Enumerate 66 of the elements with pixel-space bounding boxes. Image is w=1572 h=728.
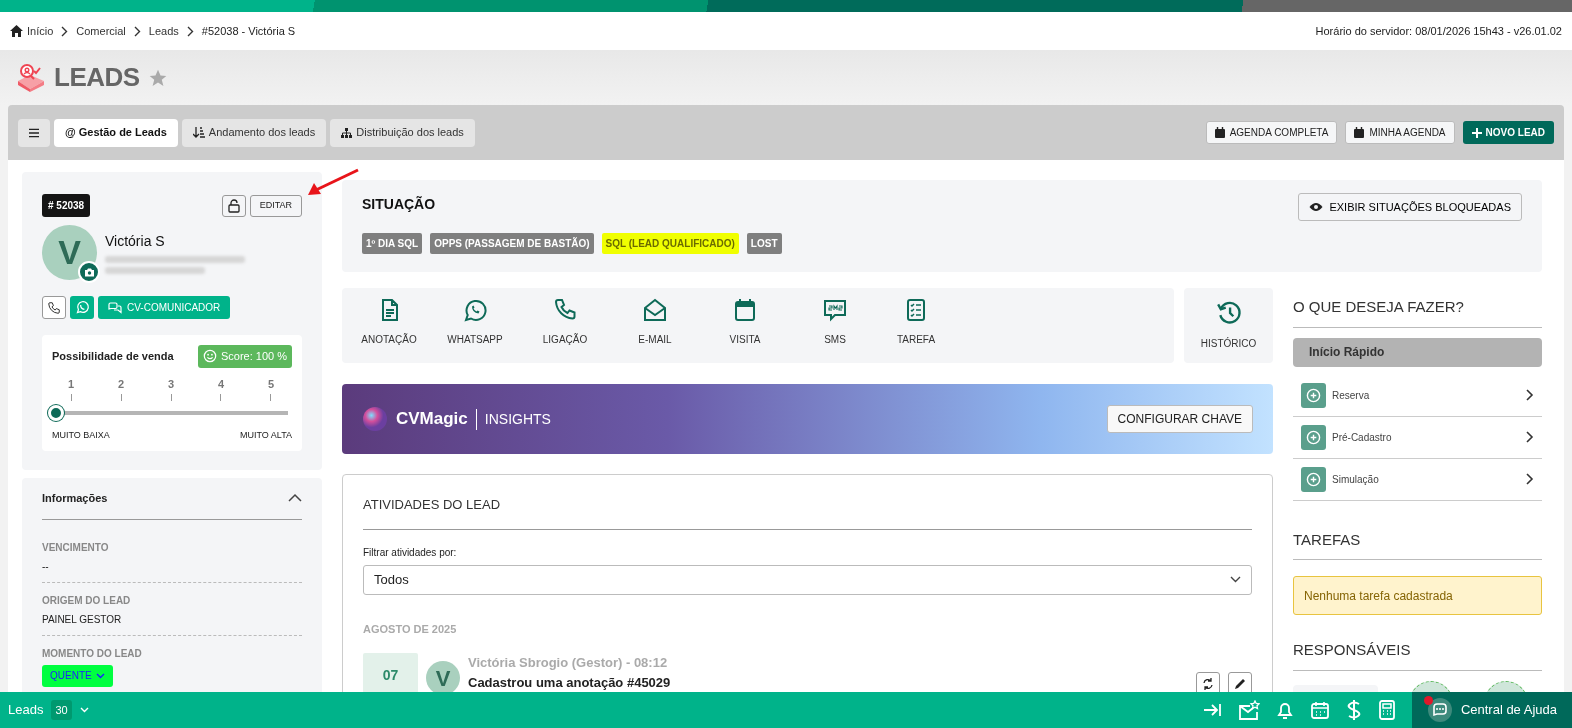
lead-avatar: V <box>42 225 97 280</box>
tab[interactable]: Andamento dos leads <box>181 118 327 147</box>
server-time: Horário do servidor: 08/01/2026 15h43 - v26.01.02 <box>1315 23 1562 39</box>
max-label: MUITO ALTA <box>240 429 292 442</box>
score-badge: Score: 100 % <box>197 345 292 368</box>
status-tag[interactable]: LOST <box>746 233 782 254</box>
status-tag[interactable]: OPPS (PASSAGEM DE BASTÃO) <box>430 233 594 254</box>
action-button[interactable]: WHATSAPP <box>430 288 520 363</box>
edit-button[interactable]: EDITAR <box>249 194 302 217</box>
field-value: -- <box>42 559 50 574</box>
new-lead-button[interactable]: NOVO LEAD <box>1462 121 1554 144</box>
tab[interactable]: @ Gestão de Leads <box>54 118 178 147</box>
quick-start-item[interactable]: Pré-Cadastro <box>1293 416 1542 459</box>
status-dropdown[interactable]: QUENTE <box>42 664 113 687</box>
configure-key-button[interactable]: CONFIGURAR CHAVE <box>1106 405 1253 433</box>
lead-name: Victória S <box>105 232 166 251</box>
count-badge: 30 <box>51 699 72 721</box>
filter-select[interactable]: Todos <box>363 564 1252 595</box>
quick-start-header: Início Rápido <box>1293 337 1542 367</box>
field-label: ORIGEM DO LEAD <box>42 593 132 608</box>
section-title: ATIVIDADES DO LEAD <box>363 495 1252 530</box>
section-title: O QUE DESEJA FAZER? <box>1293 296 1542 328</box>
filter-label: Filtrar atividades por: <box>363 545 458 560</box>
show-blocked-button[interactable]: EXIBIR SITUAÇÕES BLOQUEADAS <box>1298 193 1522 221</box>
field-label: MOMENTO DO LEAD <box>42 646 143 661</box>
section-title: RESPONSÁVEIS <box>1293 639 1542 671</box>
action-button[interactable]: VISITA <box>700 288 790 363</box>
status-tag[interactable]: 1º DIA SQL <box>362 233 423 254</box>
breadcrumb-link[interactable]: Comercial <box>76 22 126 40</box>
action-button[interactable]: LIGAÇÃO <box>520 288 610 363</box>
min-label: MUITO BAIXA <box>52 429 110 442</box>
page-title: LEADS <box>54 61 140 94</box>
quick-start-item[interactable]: Simulação <box>1293 458 1542 501</box>
scale-tick: 4 <box>217 375 225 401</box>
help-center-button[interactable]: Central de Ajuda <box>1411 692 1572 728</box>
action-button[interactable]: E-MAIL <box>610 288 700 363</box>
scale-tick: 2 <box>117 375 125 401</box>
section-label: INSIGHTS <box>475 408 551 430</box>
breadcrumb-link[interactable]: Início <box>10 22 54 40</box>
action-button[interactable]: TAREFA <box>880 288 952 363</box>
lead-id-badge: # 52038 <box>42 194 91 217</box>
quick-start-item[interactable]: Reserva <box>1293 374 1542 417</box>
activity-author: Victória Sbrogio (Gestor) - 08:12 <box>468 654 669 672</box>
status-tag[interactable]: SQL (LEAD QUALIFICADO) <box>601 233 739 254</box>
scale-tick: 3 <box>167 375 175 401</box>
section-title: SITUAÇÃO <box>362 195 437 214</box>
action-button[interactable]: ANOTAÇÃO <box>348 288 430 363</box>
breadcrumb-link[interactable]: Leads <box>148 22 179 40</box>
scale-tick: 5 <box>267 375 274 401</box>
agenda-button[interactable]: AGENDA COMPLETA <box>1205 121 1338 144</box>
author-avatar: V <box>426 661 460 692</box>
field-value: PAINEL GESTOR <box>42 612 123 627</box>
action-button[interactable]: SMS <box>790 288 880 363</box>
scale-tick: 1 <box>68 375 75 401</box>
agenda-button[interactable]: MINHA AGENDA <box>1345 121 1455 144</box>
tab[interactable]: Distribuição dos leads <box>330 118 475 147</box>
month-heading: AGOSTO DE 2025 <box>363 621 458 637</box>
breadcrumb-link[interactable]: #52038 - Victória S <box>201 22 296 40</box>
section-title: Informações <box>42 491 108 506</box>
brand-name: CVMagic <box>396 408 468 431</box>
section-title: TAREFAS <box>1293 528 1542 560</box>
field-label: VENCIMENTO <box>42 540 110 555</box>
day-badge: 07 <box>363 653 418 692</box>
empty-tasks-alert: Nenhuma tarefa cadastrada <box>1293 576 1542 615</box>
sale-chance-title: Possibilidade de venda <box>52 349 174 364</box>
activity-text: Cadastrou uma anotação #45029 <box>468 673 672 692</box>
